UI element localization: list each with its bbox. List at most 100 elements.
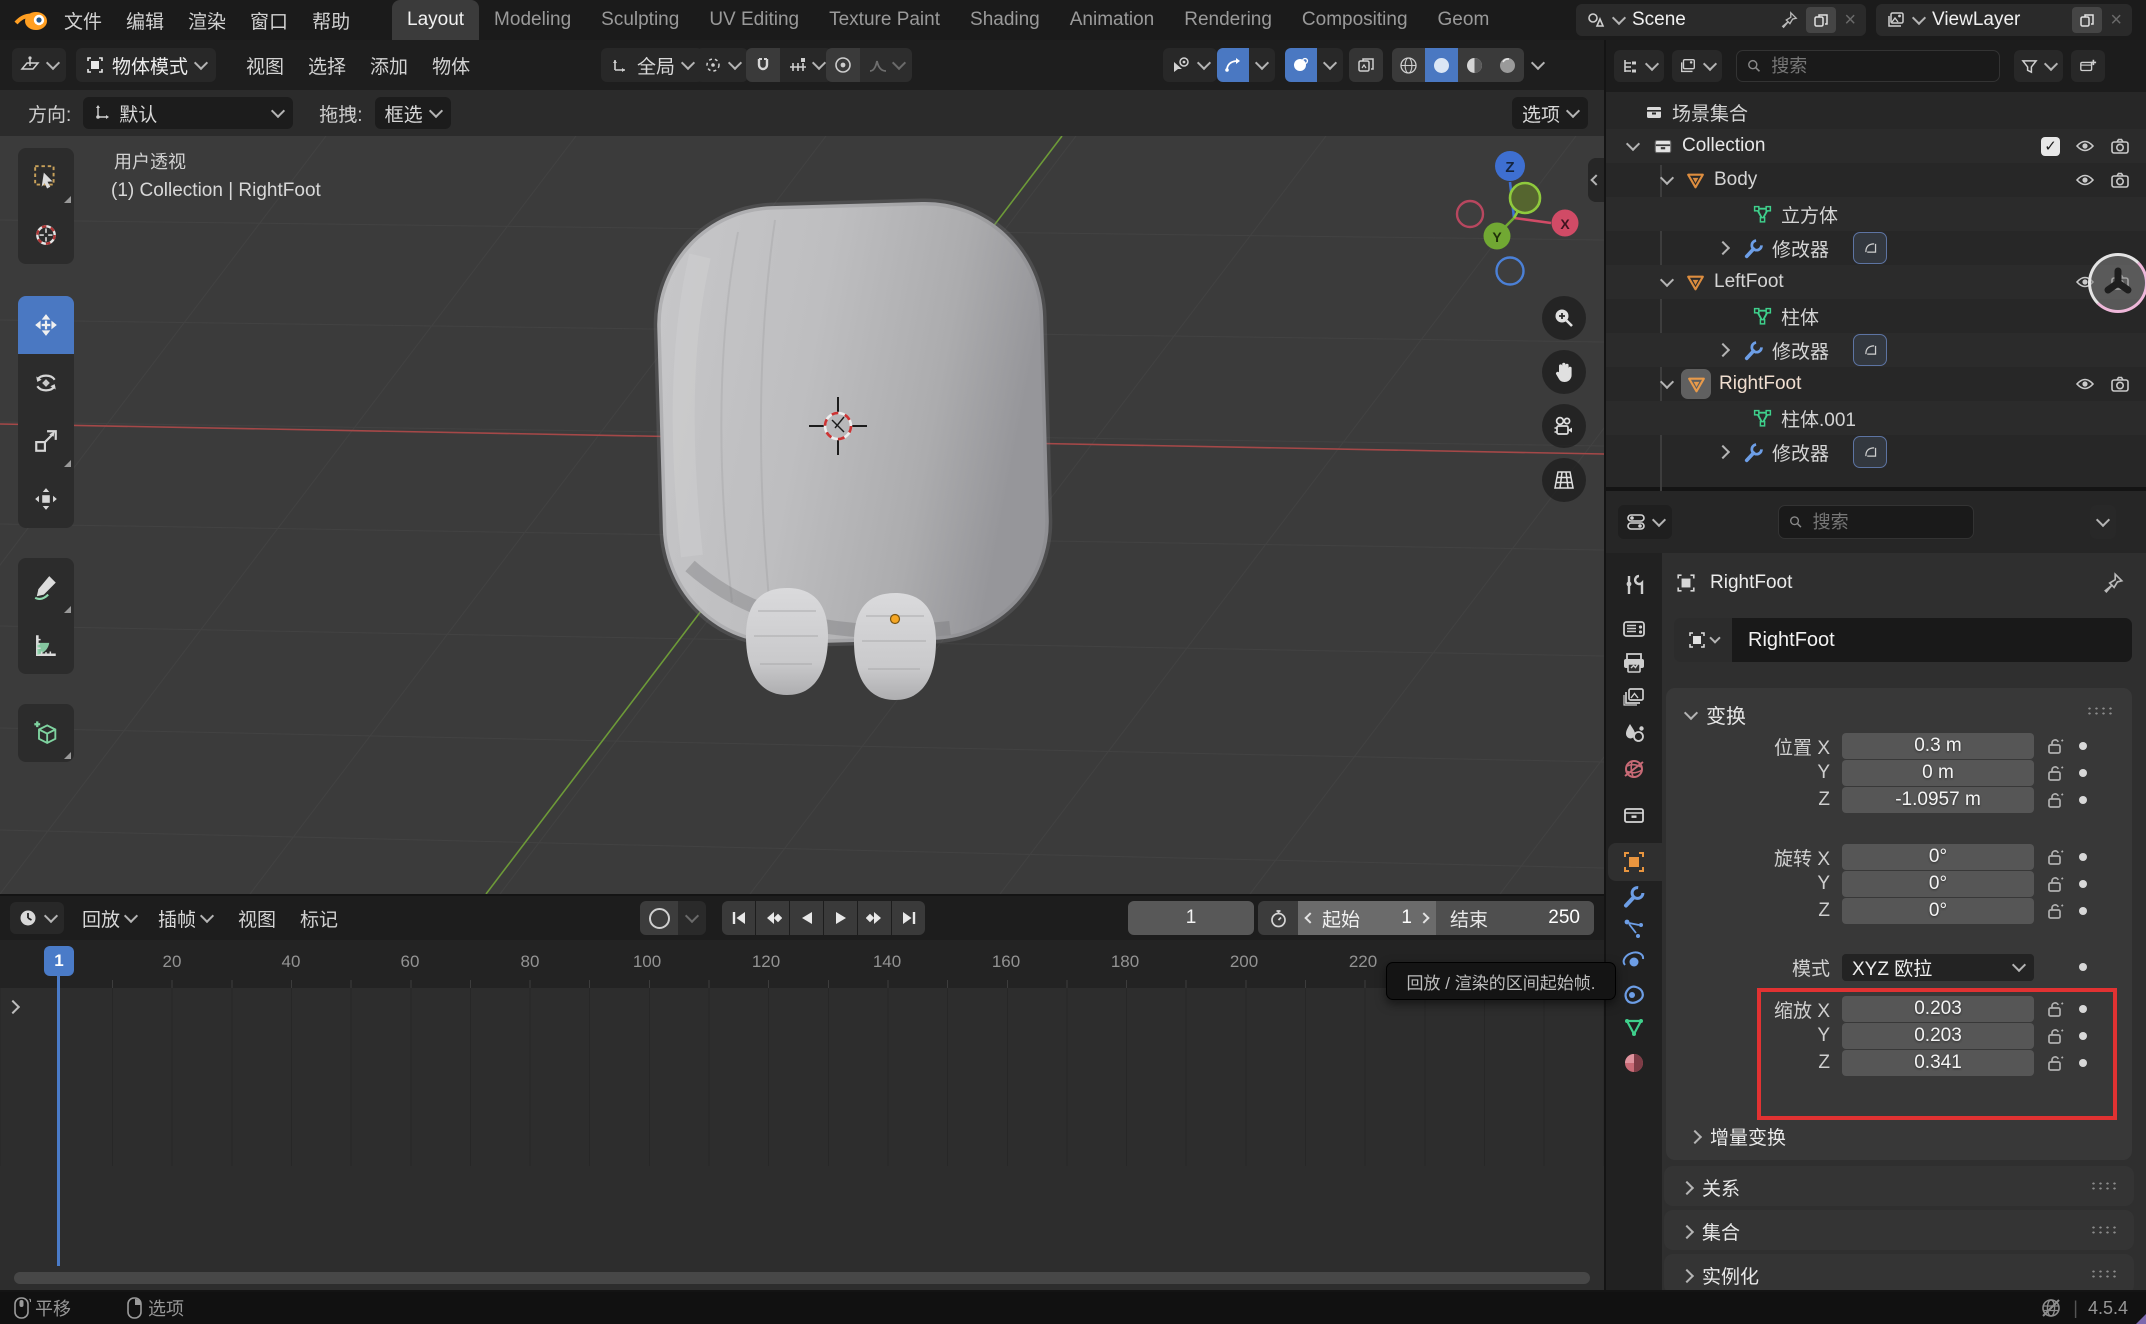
- expand-icon[interactable]: [1660, 375, 1674, 389]
- tab-constraints[interactable]: [1620, 980, 1648, 1008]
- select-box-tool[interactable]: [18, 148, 74, 206]
- axis-minus-z-ball[interactable]: [1497, 258, 1524, 285]
- menu-select[interactable]: 选择: [296, 52, 358, 79]
- row-rightfoot[interactable]: RightFoot: [1606, 367, 2146, 401]
- measure-tool[interactable]: [18, 616, 74, 674]
- shading-dropdown[interactable]: [1531, 56, 1545, 70]
- outliner-editor-type-button[interactable]: [1614, 50, 1664, 82]
- menu-window[interactable]: 窗口: [238, 7, 300, 34]
- tab-object[interactable]: [1620, 848, 1648, 876]
- expand-icon[interactable]: [1716, 445, 1730, 459]
- jump-to-start-button[interactable]: [722, 901, 755, 935]
- outliner-display-mode-button[interactable]: [1672, 50, 1722, 82]
- animate-dot[interactable]: [2079, 963, 2087, 971]
- lock-icon[interactable]: [2045, 763, 2065, 783]
- tab-world[interactable]: [1620, 755, 1648, 783]
- expand-icon[interactable]: [1716, 241, 1730, 255]
- row-leftfoot-mesh[interactable]: 柱体: [1606, 299, 2146, 333]
- panel-grip[interactable]: [2086, 706, 2114, 715]
- disable-render-camera-icon[interactable]: [2110, 170, 2130, 190]
- tab-scene[interactable]: [1620, 719, 1648, 747]
- properties-options-button[interactable]: [2090, 505, 2116, 539]
- cursor-tool[interactable]: [18, 206, 74, 264]
- blender-logo-icon[interactable]: [14, 7, 50, 33]
- axis-minus-x-ball[interactable]: [1457, 201, 1483, 227]
- tab-rendering[interactable]: Rendering: [1169, 0, 1287, 40]
- play-reverse-button[interactable]: [790, 901, 823, 935]
- loc-z-field[interactable]: -1.0957 m: [1842, 787, 2034, 813]
- row-body-modifiers[interactable]: 修改器: [1606, 231, 2146, 265]
- stepper-left-icon[interactable]: [1304, 912, 1315, 923]
- tab-collection[interactable]: [1620, 801, 1648, 829]
- menu-help[interactable]: 帮助: [300, 7, 362, 34]
- expand-icon[interactable]: [1660, 171, 1674, 185]
- playhead-badge[interactable]: 1: [44, 946, 74, 976]
- transform-tool[interactable]: [18, 470, 74, 528]
- panel-grip[interactable]: [2090, 1181, 2118, 1190]
- scene-canvas[interactable]: [0, 136, 1604, 894]
- subsurf-modifier-badge[interactable]: [1853, 436, 1887, 468]
- rot-x-field[interactable]: 0°: [1842, 844, 2034, 870]
- disable-render-camera-icon[interactable]: [2110, 136, 2130, 156]
- sidebar-collapse-handle[interactable]: [1588, 158, 1604, 202]
- pan-button[interactable]: [1542, 350, 1586, 394]
- tab-layout[interactable]: Layout: [392, 0, 479, 40]
- playhead-line[interactable]: [57, 976, 60, 1266]
- tab-sculpting[interactable]: Sculpting: [586, 0, 694, 40]
- menu-file[interactable]: 文件: [52, 7, 114, 34]
- loc-x-field[interactable]: 0.3 m: [1842, 733, 2034, 759]
- right-foot-mesh[interactable]: [854, 593, 936, 700]
- timeline-channels[interactable]: [0, 988, 1604, 1166]
- left-foot-mesh[interactable]: [746, 588, 828, 695]
- row-collection[interactable]: Collection ✓: [1606, 129, 2146, 163]
- navigation-gizmo[interactable]: Z X Y: [1448, 138, 1598, 288]
- lock-icon[interactable]: [2045, 901, 2065, 921]
- animate-dot[interactable]: [2079, 907, 2087, 915]
- preview-range-toggle[interactable]: [1258, 901, 1298, 935]
- object-name-input[interactable]: RightFoot: [1732, 618, 2132, 662]
- tab-animation[interactable]: Animation: [1055, 0, 1170, 40]
- corner-resize-handle[interactable]: [2136, 1314, 2146, 1324]
- viewport-3d[interactable]: 物体模式 视图 选择 添加 物体 全局: [0, 40, 1604, 894]
- body-mesh[interactable]: [654, 199, 1052, 648]
- tab-modifiers[interactable]: [1620, 883, 1648, 911]
- properties-editor-type-button[interactable]: [1618, 505, 1672, 539]
- hide-eye-icon[interactable]: [2074, 374, 2096, 394]
- mode-dropdown[interactable]: 物体模式: [76, 48, 216, 82]
- shading-wireframe-button[interactable]: [1392, 48, 1425, 82]
- proportional-edit-toggle[interactable]: [826, 48, 860, 82]
- menu-object[interactable]: 物体: [420, 52, 482, 79]
- row-rightfoot-modifiers[interactable]: 修改器: [1606, 435, 2146, 469]
- outliner-filter-button[interactable]: [2014, 50, 2063, 82]
- timeline-editor-type-button[interactable]: [10, 902, 64, 934]
- properties-search[interactable]: [1778, 505, 1974, 539]
- move-tool[interactable]: [18, 296, 74, 354]
- timeline-view-menu[interactable]: 视图: [226, 905, 288, 932]
- rot-z-field[interactable]: 0°: [1842, 898, 2034, 924]
- prev-keyframe-button[interactable]: [756, 901, 789, 935]
- subsurf-modifier-badge[interactable]: [1853, 334, 1887, 366]
- scene-selector[interactable]: Scene ×: [1576, 4, 1866, 36]
- show-gizmo-dropdown[interactable]: [1163, 48, 1217, 82]
- outliner-editor[interactable]: 场景集合 Collection ✓ Body 立方体: [1606, 40, 2146, 487]
- tab-material[interactable]: [1620, 1049, 1648, 1077]
- panel-grip[interactable]: [2090, 1225, 2118, 1234]
- new-scene-button[interactable]: [1806, 7, 1836, 33]
- pivot-point-dropdown[interactable]: [696, 48, 748, 82]
- camera-view-button[interactable]: [1542, 404, 1586, 448]
- hide-eye-icon[interactable]: [2074, 170, 2096, 190]
- axis-minus-y-ball[interactable]: [1510, 183, 1540, 213]
- gizmos-dropdown[interactable]: [1249, 48, 1275, 82]
- pin-icon[interactable]: [1780, 11, 1798, 29]
- current-frame-field[interactable]: 1: [1128, 901, 1254, 935]
- frame-start-field[interactable]: 起始 1: [1298, 901, 1436, 935]
- shading-rendered-button[interactable]: [1491, 48, 1524, 82]
- overlays-dropdown[interactable]: [1317, 48, 1343, 82]
- subsurf-modifier-badge[interactable]: [1853, 232, 1887, 264]
- loc-y-field[interactable]: 0 m: [1842, 760, 2034, 786]
- new-collection-button[interactable]: [2071, 50, 2105, 82]
- viewlayer-selector[interactable]: ViewLayer ×: [1876, 4, 2132, 36]
- scale-tool[interactable]: [18, 412, 74, 470]
- lock-icon[interactable]: [2045, 874, 2065, 894]
- rot-y-field[interactable]: 0°: [1842, 871, 2034, 897]
